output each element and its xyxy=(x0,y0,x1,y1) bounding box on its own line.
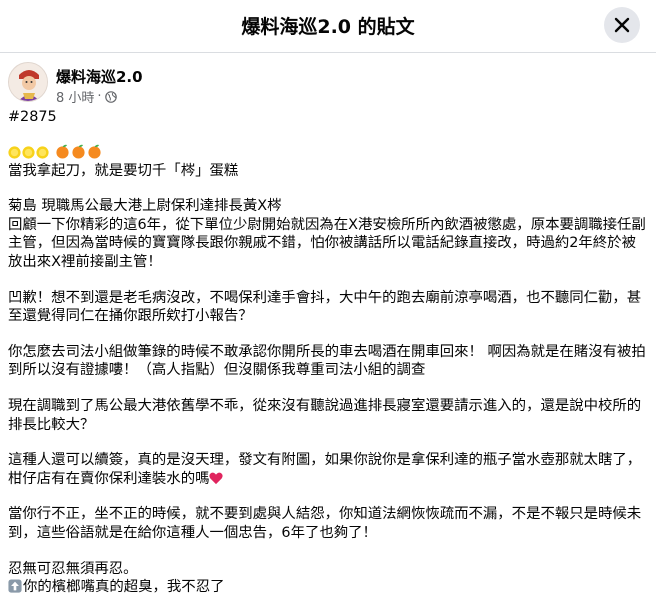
post-tag[interactable]: #2875 xyxy=(8,108,648,127)
emoji-line xyxy=(8,144,648,162)
orange-icon xyxy=(87,144,101,159)
dialog-header: 爆料海巡2.0 的貼文 xyxy=(0,0,656,53)
post-time[interactable]: 8 小時 xyxy=(56,87,94,106)
post-line: 你的檳榔嘴真的超臭，我不忍了 xyxy=(8,578,648,597)
post-paragraph-text: 這種人還可以續簽，真的是沒天理，發文有附圖，如果你說你是拿保利達的瓶子當水壺那就… xyxy=(8,452,642,487)
sun-icon xyxy=(8,146,21,159)
post-line: 忍無可忍無須再忍。 xyxy=(8,560,138,577)
orange-icon xyxy=(55,144,69,159)
post-paragraph: 現在調職到了馬公最大港依舊學不乖，從來沒有聽說過進排長寢室還要請示進入的，還是說… xyxy=(8,397,642,433)
post-paragraph: 你怎麼去司法小組做筆錄的時候不敢承認你開所長的車去喝酒在開車回來！ 啊因為就是在… xyxy=(8,343,646,379)
post-paragraph: 回顧一下你精彩的這6年，從下單位少尉開始就因為在X港安檢所所內飲酒被懲處，原本要… xyxy=(8,216,646,270)
post-line: 當我拿起刀，就是要切千「梣」蛋糕 xyxy=(8,162,239,179)
up-arrow-box-icon xyxy=(8,579,22,593)
post-paragraph: 當你行不正，坐不正的時候，就不要到處與人結怨，你知道法網恢恢疏而不漏，不是不報只… xyxy=(8,506,642,541)
sun-icon xyxy=(36,146,49,159)
post-body: #2875 當我拿起刀，就是要切千「梣」蛋糕 菊島 現職馬公最大港上尉保利達排長… xyxy=(8,108,648,597)
orange-icon xyxy=(71,144,85,159)
post-paragraph: 凹歉！想不到還是老毛病沒改，不喝保利達手會抖，大中午的跑去廟前涼亭喝酒，也不聽同… xyxy=(8,289,642,325)
sun-icon xyxy=(22,146,35,159)
close-button[interactable] xyxy=(604,7,640,43)
author-name[interactable]: 爆料海巡2.0 xyxy=(56,66,143,87)
close-icon xyxy=(614,17,630,33)
globe-icon xyxy=(104,90,117,103)
post-header: 爆料海巡2.0 8 小時 · xyxy=(8,62,648,110)
post-line-text: 你的檳榔嘴真的超臭，我不忍了 xyxy=(23,579,225,596)
post-meta: 8 小時 · xyxy=(56,87,117,106)
post-paragraph: 這種人還可以續簽，真的是沒天理，發文有附圖，如果你說你是拿保利達的瓶子當水壺那就… xyxy=(8,451,648,488)
avatar[interactable] xyxy=(8,62,48,102)
heart-icon xyxy=(209,472,224,484)
meta-separator: · xyxy=(97,89,102,104)
post-line: 菊島 現職馬公最大港上尉保利達排長黃X梣 xyxy=(8,198,282,215)
dialog-title: 爆料海巡2.0 的貼文 xyxy=(241,16,415,38)
